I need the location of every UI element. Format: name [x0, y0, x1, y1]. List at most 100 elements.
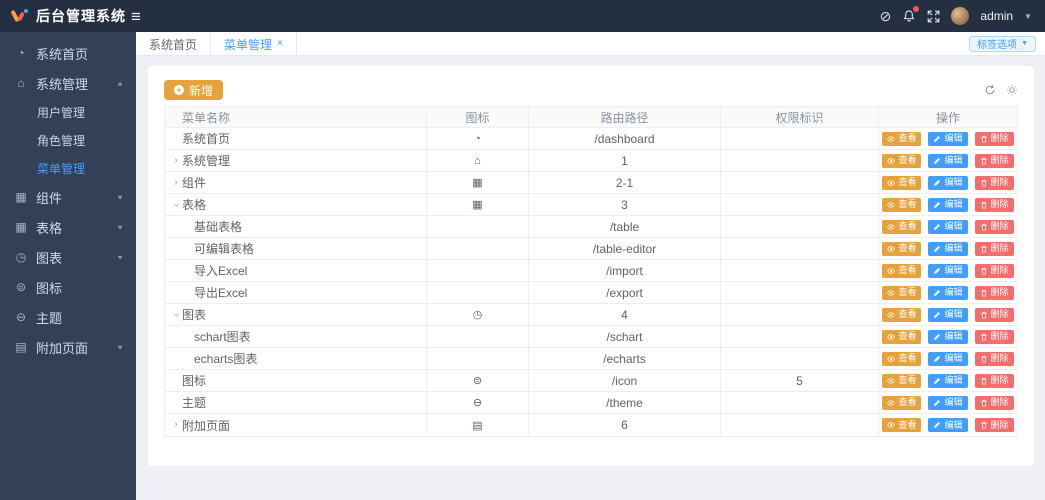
delete-button[interactable]: 删除 — [974, 418, 1014, 432]
view-button-label: 查看 — [898, 199, 917, 209]
delete-button[interactable]: 删除 — [974, 307, 1014, 322]
delete-button-label: 删除 — [990, 265, 1009, 275]
edit-button-label: 编辑 — [944, 353, 963, 363]
edit-button[interactable]: 编辑 — [928, 307, 968, 322]
menu-name-cell: › 表格 — [165, 194, 427, 216]
home-icon: ⌂ — [17, 76, 25, 90]
sidebar-item-theme[interactable]: ⊖ 主题 — [0, 302, 136, 332]
sidebar-item-menus[interactable]: 菜单管理 — [0, 154, 136, 182]
edit-button-label: 编辑 — [944, 419, 963, 430]
view-button[interactable]: 查看 — [882, 153, 922, 168]
view-button[interactable]: 查看 — [882, 395, 922, 410]
sidebar-item-users[interactable]: 用户管理 — [0, 98, 136, 126]
chevron-down-icon: ▼ — [1021, 40, 1028, 47]
view-button[interactable]: 查看 — [882, 241, 922, 256]
collapse-row-icon[interactable]: › — [171, 309, 182, 321]
view-button[interactable]: 查看 — [882, 307, 922, 322]
sidebar-item-components[interactable]: ▦ 组件 ▼ — [0, 182, 136, 212]
sidebar-item-tables[interactable]: ▦ 表格 ▼ — [0, 212, 136, 242]
edit-button[interactable]: 编辑 — [928, 418, 968, 432]
edit-button[interactable]: 编辑 — [928, 197, 968, 212]
delete-button[interactable]: 删除 — [974, 395, 1014, 410]
username[interactable]: admin — [980, 9, 1013, 23]
route-path: /theme — [529, 392, 721, 414]
sidebar-item-charts[interactable]: ◷ 图表 ▼ — [0, 242, 136, 272]
add-button[interactable]: + 新增 — [164, 80, 224, 100]
delete-button[interactable]: 删除 — [974, 285, 1014, 300]
tag-options-button[interactable]: 标签选项 ▼ — [969, 35, 1036, 52]
actions-cell: 查看 编辑 删除 — [879, 260, 1017, 282]
delete-button[interactable]: 删除 — [974, 329, 1014, 344]
delete-button[interactable]: 删除 — [974, 351, 1014, 366]
language-icon[interactable]: ⊘ — [880, 9, 892, 23]
view-button[interactable]: 查看 — [882, 351, 922, 366]
clock-icon: ◷ — [427, 304, 529, 326]
edit-button[interactable]: 编辑 — [928, 329, 968, 344]
edit-button[interactable]: 编辑 — [928, 285, 968, 300]
table-row: schart图表/schart 查看 编辑 删除 — [165, 326, 1017, 348]
sidebar-item-system[interactable]: ⌂ 系统管理 ▲ — [0, 68, 136, 98]
refresh-icon[interactable] — [984, 84, 996, 96]
app-title: 后台管理系统 — [36, 8, 126, 24]
view-button-label: 查看 — [898, 287, 917, 297]
view-button[interactable]: 查看 — [882, 197, 922, 212]
delete-button[interactable]: 删除 — [974, 153, 1014, 168]
edit-button[interactable]: 编辑 — [928, 175, 968, 190]
edit-button[interactable]: 编辑 — [928, 219, 968, 234]
delete-button[interactable]: 删除 — [974, 175, 1014, 190]
delete-button[interactable]: 删除 — [974, 219, 1014, 234]
chevron-down-icon: ▼ — [116, 343, 124, 351]
view-button[interactable]: 查看 — [882, 418, 922, 432]
edit-button[interactable]: 编辑 — [928, 351, 968, 366]
view-button[interactable]: 查看 — [882, 373, 922, 388]
table-row: › 组件 ▦ 2-1 查看 编辑 删除 — [165, 172, 1017, 194]
sidebar-item-icons[interactable]: ⊜ 图标 — [0, 272, 136, 302]
edit-button[interactable]: 编辑 — [928, 373, 968, 388]
edit-button[interactable]: 编辑 — [928, 395, 968, 410]
actions-cell: 查看 编辑 删除 — [879, 194, 1017, 216]
view-button-label: 查看 — [898, 155, 917, 165]
icon-cell — [427, 238, 529, 260]
menu-name: 系统管理 — [182, 154, 231, 168]
tab-menus[interactable]: 菜单管理 × — [211, 32, 297, 56]
route-path: 1 — [529, 150, 721, 172]
view-button[interactable]: 查看 — [882, 131, 922, 146]
edit-button[interactable]: 编辑 — [928, 131, 968, 146]
tab-home[interactable]: 系统首页 — [136, 32, 212, 56]
view-button[interactable]: 查看 — [882, 219, 922, 234]
view-button[interactable]: 查看 — [882, 263, 922, 278]
menu-name-cell: › 图表 — [165, 304, 427, 326]
delete-button[interactable]: 删除 — [974, 197, 1014, 212]
edit-button[interactable]: 编辑 — [928, 263, 968, 278]
edit-button-label: 编辑 — [944, 265, 963, 275]
sidebar-item-home[interactable]: ◔ 系统首页 — [0, 38, 136, 68]
expand-row-icon[interactable]: › — [170, 420, 182, 430]
view-button[interactable]: 查看 — [882, 285, 922, 300]
page-icon: ▤ — [15, 340, 27, 354]
delete-button[interactable]: 删除 — [974, 241, 1014, 256]
bell-icon[interactable] — [902, 6, 920, 23]
expand-row-icon[interactable]: › — [170, 177, 182, 188]
view-button[interactable]: 查看 — [882, 175, 922, 190]
permission-flag: 5 — [721, 370, 879, 392]
sidebar-item-roles[interactable]: 角色管理 — [0, 126, 136, 154]
edit-button[interactable]: 编辑 — [928, 153, 968, 168]
view-button[interactable]: 查看 — [882, 329, 922, 344]
settings-gear-icon[interactable] — [1006, 84, 1018, 96]
actions-cell: 查看 编辑 删除 — [879, 348, 1017, 370]
user-menu-chevron-icon[interactable]: ▼ — [1024, 12, 1032, 21]
fullscreen-icon[interactable] — [927, 10, 940, 23]
delete-button[interactable]: 删除 — [974, 263, 1014, 278]
edit-button[interactable]: 编辑 — [928, 241, 968, 256]
view-button-label: 查看 — [898, 265, 917, 275]
delete-button[interactable]: 删除 — [974, 131, 1014, 146]
sidebar-item-pages[interactable]: ▤ 附加页面 ▼ — [0, 332, 136, 362]
expand-row-icon[interactable]: › — [170, 155, 182, 166]
collapse-row-icon[interactable]: › — [171, 199, 182, 211]
chevron-up-icon: ▲ — [116, 79, 124, 87]
content-card: + 新增 菜单名称 图标 路由路径 权限标识 操作 系统首页 ◔ /dashbo… — [148, 66, 1034, 466]
user-avatar[interactable] — [951, 7, 970, 25]
collapse-menu-icon[interactable]: ≡ — [131, 8, 141, 25]
delete-button[interactable]: 删除 — [974, 373, 1014, 388]
close-tab-icon[interactable]: × — [277, 39, 283, 49]
